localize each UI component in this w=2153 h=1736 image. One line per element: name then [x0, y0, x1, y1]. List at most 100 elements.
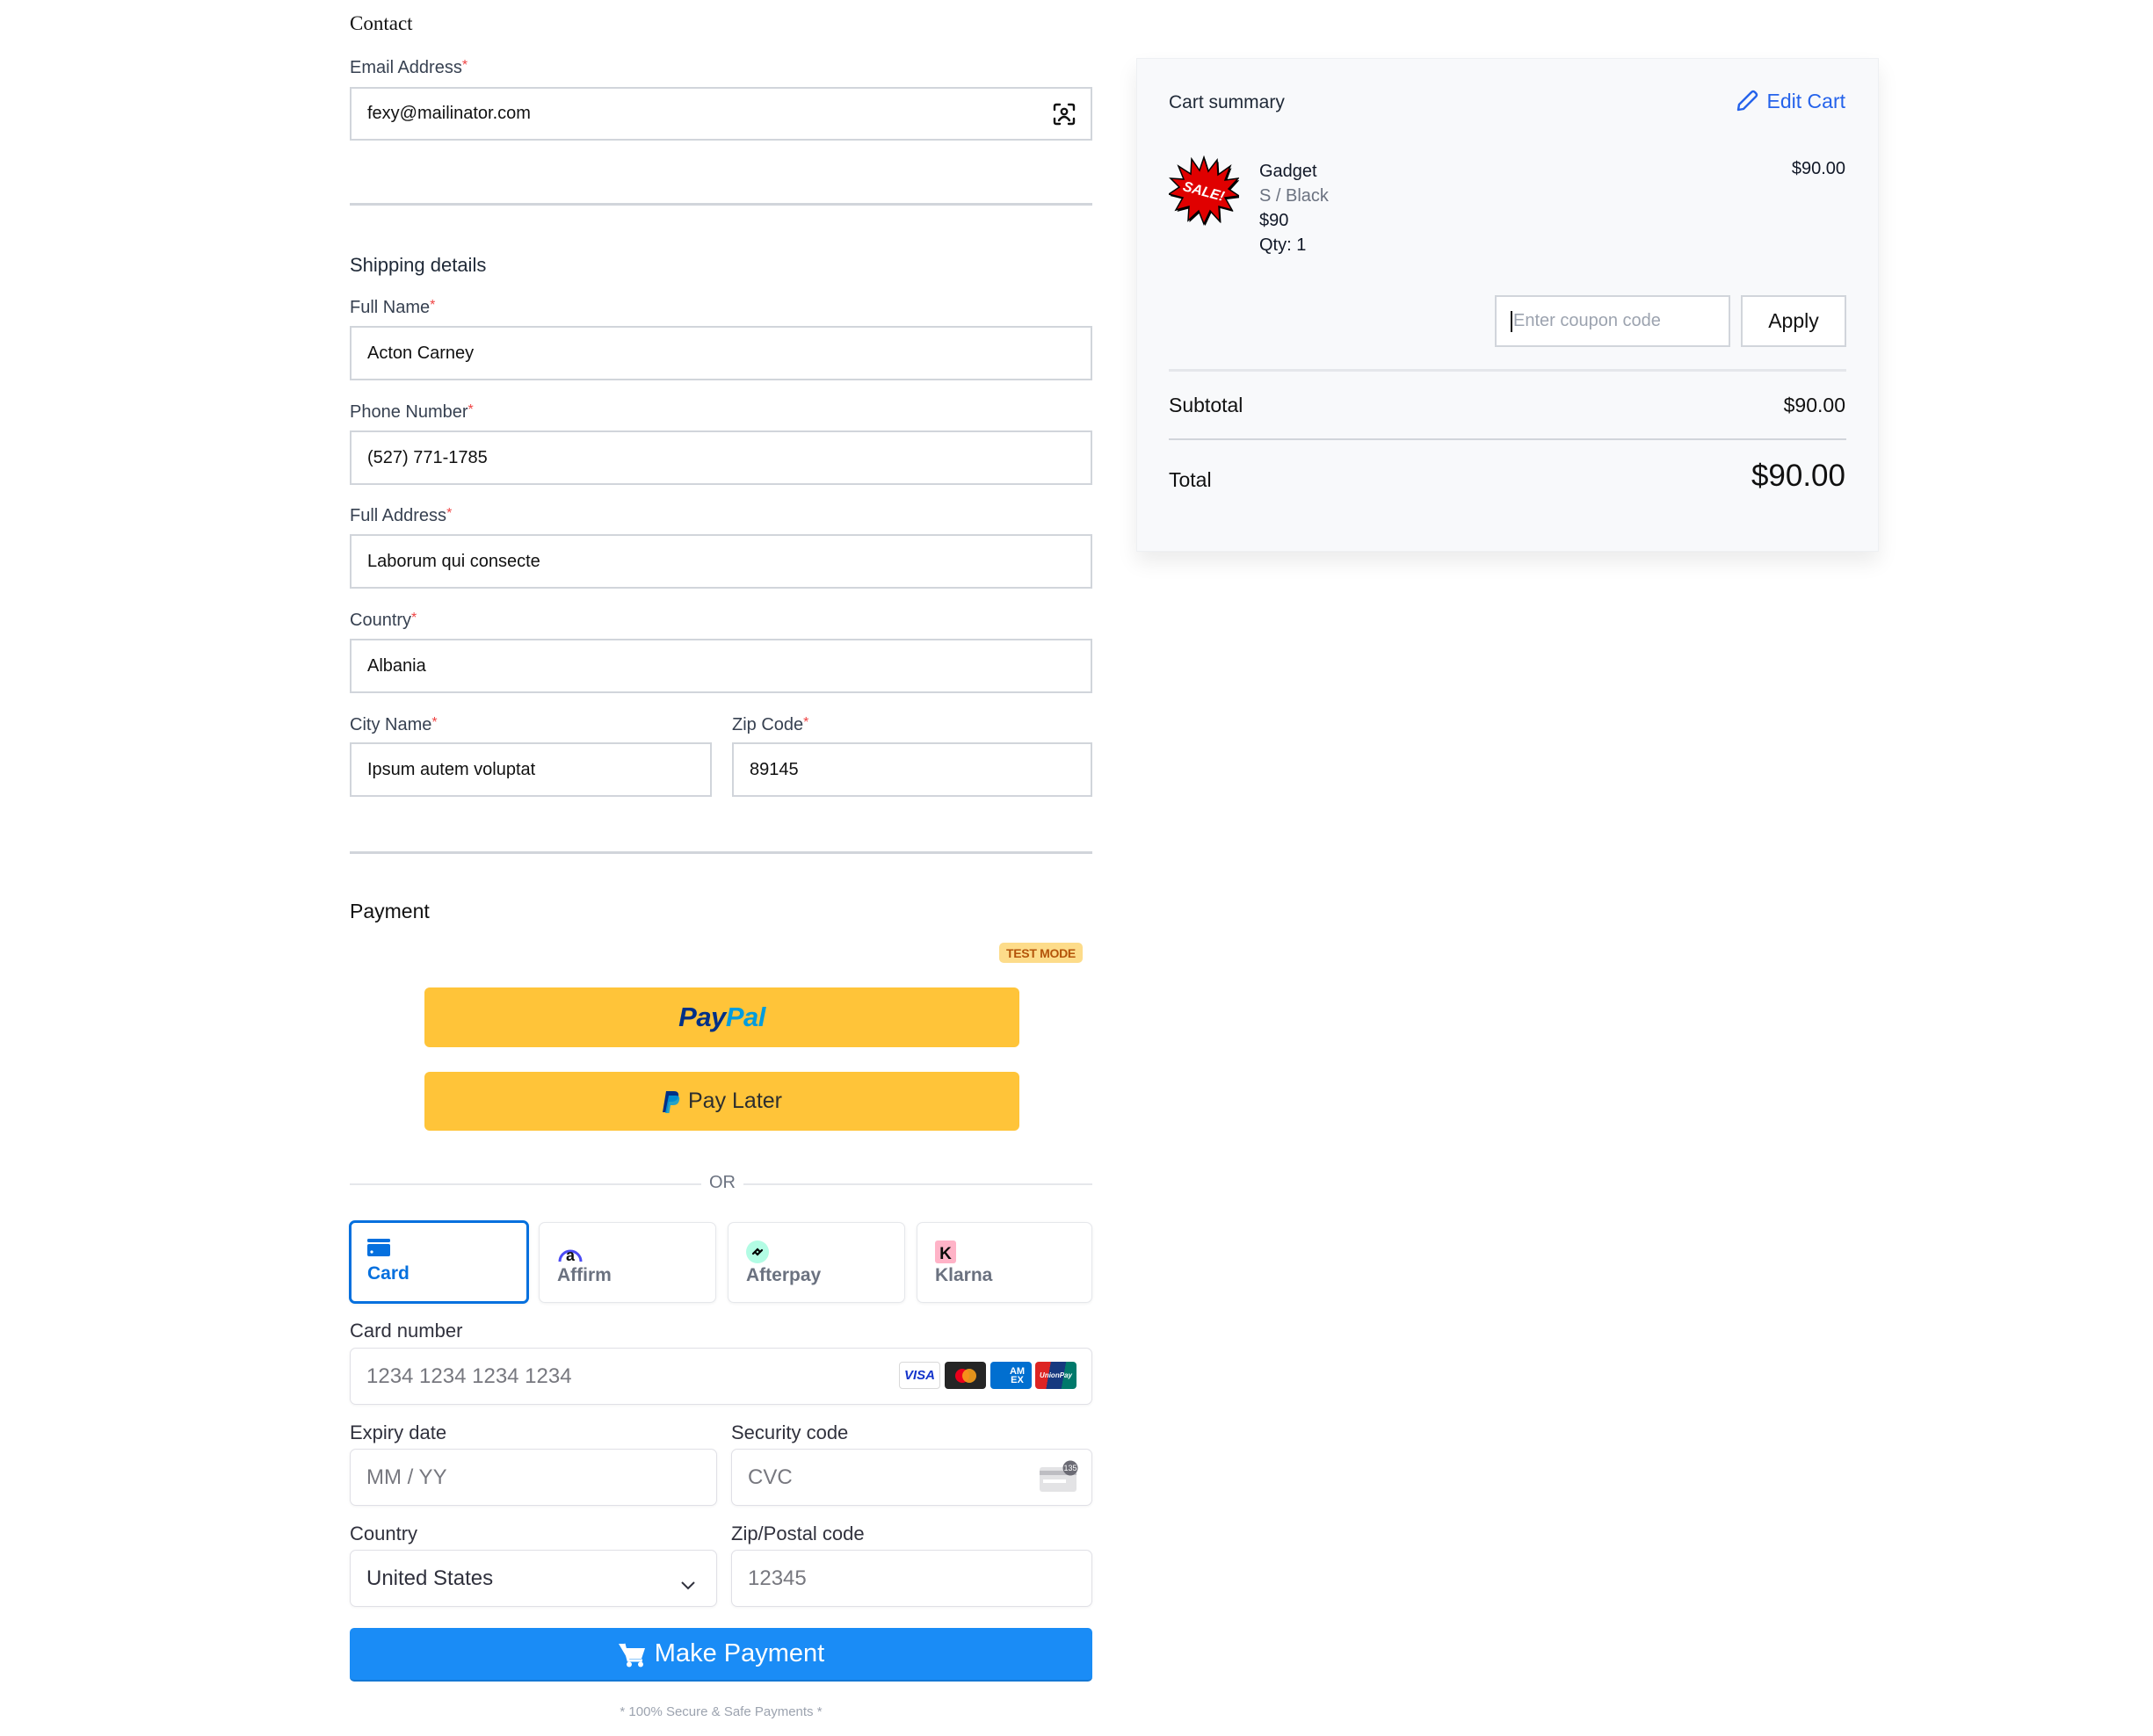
- cvc-card-icon: 135: [1038, 1460, 1078, 1494]
- contact-autofill-icon[interactable]: [1052, 102, 1076, 127]
- coupon-input[interactable]: Enter coupon code: [1495, 295, 1730, 347]
- required-mark: *: [411, 611, 417, 626]
- address-label-text: Full Address: [350, 506, 447, 525]
- affirm-icon: a: [557, 1241, 583, 1264]
- expiry-label: Expiry date: [350, 1421, 447, 1443]
- or-line-left: [350, 1183, 701, 1185]
- full-name-label: Full Name*: [350, 298, 435, 318]
- pay-later-button[interactable]: Pay Later: [424, 1072, 1019, 1131]
- country-input[interactable]: Albania: [350, 639, 1092, 693]
- security-code-input[interactable]: CVC 135: [731, 1449, 1092, 1506]
- cart-summary-panel: Cart summary Edit Cart SALE! Gadget S / …: [1136, 58, 1879, 552]
- svg-text:K: K: [939, 1245, 952, 1263]
- billing-country-value: United States: [366, 1566, 494, 1590]
- tab-afterpay[interactable]: Afterpay: [728, 1222, 905, 1303]
- expiry-placeholder: MM / YY: [366, 1465, 447, 1489]
- phone-input[interactable]: (527) 771-1785: [350, 430, 1092, 485]
- city-label: City Name*: [350, 715, 438, 735]
- city-value: Ipsum autem voluptat: [367, 759, 536, 779]
- paypal-p-icon: [662, 1089, 681, 1114]
- test-mode-badge: TEST MODE: [999, 943, 1083, 963]
- expiry-input[interactable]: MM / YY: [350, 1449, 717, 1506]
- sale-badge-image: SALE!: [1167, 155, 1242, 226]
- tab-affirm[interactable]: a Affirm: [539, 1222, 716, 1303]
- full-name-label-text: Full Name: [350, 298, 431, 317]
- payment-heading: Payment: [350, 900, 430, 922]
- total-value: $90.00: [1751, 459, 1845, 493]
- phone-value: (527) 771-1785: [367, 447, 488, 467]
- afterpay-icon: [746, 1241, 769, 1263]
- or-separator: OR: [709, 1173, 736, 1192]
- address-value: Laborum qui consecte: [367, 551, 540, 571]
- amex-icon: AM EX: [990, 1362, 1032, 1389]
- cart-divider: [1169, 438, 1846, 440]
- email-label-text: Email Address: [350, 58, 462, 77]
- paypal-logo: PayPal: [678, 1002, 765, 1033]
- email-input[interactable]: fexy@mailinator.com: [350, 87, 1092, 141]
- tab-afterpay-label: Afterpay: [746, 1265, 822, 1285]
- cart-item-qty: Qty: 1: [1259, 235, 1307, 255]
- zip-input[interactable]: 89145: [732, 742, 1092, 797]
- billing-country-select[interactable]: United States: [350, 1550, 717, 1607]
- tab-card[interactable]: Card: [349, 1220, 529, 1304]
- billing-country-label: Country: [350, 1523, 418, 1544]
- tab-affirm-label: Affirm: [557, 1265, 612, 1285]
- pencil-icon: [1735, 89, 1759, 113]
- or-line-right: [743, 1183, 1092, 1185]
- card-icon: [367, 1239, 390, 1258]
- subtotal-label: Subtotal: [1169, 394, 1243, 416]
- billing-zip-placeholder: 12345: [748, 1566, 807, 1590]
- edit-cart-label: Edit Cart: [1766, 89, 1845, 112]
- cvc-icon-digits: 135: [1063, 1464, 1076, 1472]
- zip-label: Zip Code*: [732, 715, 808, 735]
- cart-item-details: Gadget S / Black $90 Qty: 1: [1259, 159, 1329, 257]
- unionpay-icon: UnionPay: [1035, 1362, 1076, 1389]
- secure-payment-note: * 100% Secure & Safe Payments *: [620, 1704, 823, 1719]
- pay-later-label: Pay Later: [687, 1089, 782, 1113]
- required-mark: *: [468, 402, 474, 417]
- edit-cart-link[interactable]: Edit Cart: [1735, 89, 1845, 113]
- subtotal-value: $90.00: [1783, 394, 1845, 416]
- tab-klarna[interactable]: K Klarna: [917, 1222, 1092, 1303]
- cart-summary-heading: Cart summary: [1169, 92, 1285, 112]
- email-label: Email Address*: [350, 58, 468, 78]
- address-label: Full Address*: [350, 506, 452, 526]
- card-number-placeholder: 1234 1234 1234 1234: [366, 1363, 572, 1388]
- shipping-heading: Shipping details: [350, 254, 487, 276]
- zip-value: 89145: [750, 759, 799, 779]
- section-divider: [350, 851, 1092, 854]
- required-mark: *: [430, 298, 436, 313]
- visa-text: VISA: [903, 1368, 935, 1383]
- coupon-placeholder: Enter coupon code: [1513, 311, 1661, 330]
- mastercard-icon: [945, 1362, 986, 1389]
- contact-heading: Contact: [350, 12, 413, 34]
- country-label-text: Country: [350, 611, 412, 630]
- required-mark: *: [461, 58, 468, 73]
- tab-klarna-label: Klarna: [935, 1265, 993, 1285]
- apply-coupon-button[interactable]: Apply: [1741, 295, 1846, 347]
- paypal-button[interactable]: PayPal: [424, 987, 1019, 1047]
- chevron-down-icon: [680, 1572, 696, 1596]
- paypal-logo-pay: Pay: [678, 1002, 726, 1032]
- cart-item-variant: S / Black: [1259, 186, 1329, 206]
- cart-divider: [1169, 369, 1846, 372]
- address-input[interactable]: Laborum qui consecte: [350, 534, 1092, 589]
- full-name-value: Acton Carney: [367, 343, 475, 363]
- country-value: Albania: [367, 655, 426, 676]
- required-mark: *: [446, 506, 453, 521]
- section-divider: [350, 203, 1092, 206]
- city-input[interactable]: Ipsum autem voluptat: [350, 742, 712, 797]
- make-payment-button[interactable]: Make Payment: [350, 1628, 1092, 1682]
- city-label-text: City Name: [350, 715, 432, 734]
- card-number-input[interactable]: 1234 1234 1234 1234 VISA AM EX UnionPay: [350, 1348, 1092, 1405]
- cart-item-line-total: $90.00: [1791, 159, 1845, 178]
- required-mark: *: [431, 715, 438, 730]
- security-code-label: Security code: [731, 1421, 849, 1443]
- full-name-input[interactable]: Acton Carney: [350, 326, 1092, 380]
- paypal-logo-pal: Pal: [725, 1002, 766, 1032]
- billing-zip-label: Zip/Postal code: [731, 1523, 865, 1544]
- required-mark: *: [803, 715, 809, 730]
- cart-icon: [618, 1641, 646, 1667]
- phone-label: Phone Number*: [350, 402, 474, 423]
- billing-zip-input[interactable]: 12345: [731, 1550, 1092, 1607]
